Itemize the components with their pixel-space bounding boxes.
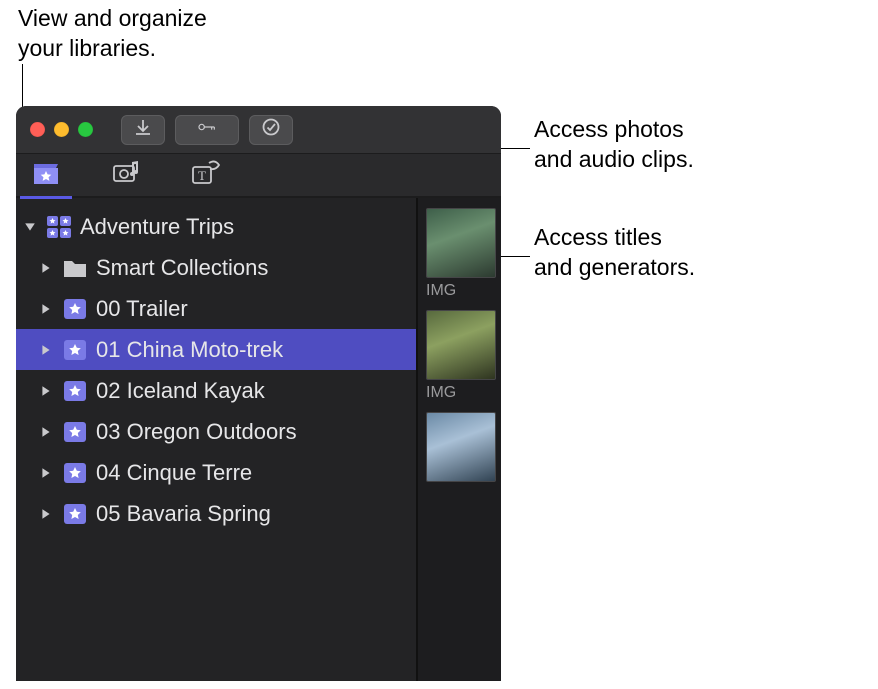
disclosure-triangle-icon[interactable] [40, 261, 54, 275]
callout-libraries: View and organize your libraries. [18, 4, 278, 64]
disclosure-triangle-icon[interactable] [40, 302, 54, 316]
library-tree: Adventure Trips Smart Collections 00 Trai… [16, 198, 418, 681]
library-root-row[interactable]: Adventure Trips [16, 206, 416, 247]
download-arrow-icon [133, 117, 153, 142]
clip-thumb[interactable]: IMG [426, 208, 496, 300]
fullscreen-button[interactable] [78, 122, 93, 137]
sidebar-item-label: 02 Iceland Kayak [96, 378, 265, 404]
photos-audio-tab[interactable] [108, 153, 144, 197]
sidebar-item-label: 04 Cinque Terre [96, 460, 252, 486]
titles-generators-icon: T [192, 160, 220, 191]
camera-music-icon [112, 160, 140, 191]
disclosure-triangle-icon[interactable] [40, 425, 54, 439]
background-tasks-button[interactable] [249, 115, 293, 145]
clip-thumb[interactable]: IMG [426, 310, 496, 402]
clip-thumbnail-image [426, 208, 496, 278]
disclosure-triangle-icon[interactable] [40, 507, 54, 521]
folder-icon [62, 255, 88, 281]
event-star-icon [62, 378, 88, 404]
app-window: T [16, 106, 501, 681]
key-icon [197, 117, 217, 142]
event-star-icon [62, 460, 88, 486]
event-star-icon [62, 296, 88, 322]
sidebar-event-row[interactable]: 00 Trailer [16, 288, 416, 329]
sidebar-item-label: 05 Bavaria Spring [96, 501, 271, 527]
clip-browser: IMG IMG [418, 198, 501, 681]
traffic-lights [30, 122, 93, 137]
svg-text:T: T [198, 168, 206, 183]
import-button[interactable] [121, 115, 165, 145]
clapperboard-star-icon [32, 160, 60, 191]
checkmark-circle-icon [261, 117, 281, 142]
clip-label: IMG [426, 282, 496, 300]
event-star-icon [62, 501, 88, 527]
sidebar-item-label: 01 China Moto-trek [96, 337, 283, 363]
clip-label: IMG [426, 384, 496, 402]
clip-thumbnail-image [426, 412, 496, 482]
window-titlebar [16, 106, 501, 154]
minimize-button[interactable] [54, 122, 69, 137]
libraries-tab[interactable] [28, 153, 64, 197]
sidebar-item-label: 00 Trailer [96, 296, 188, 322]
sidebar-content: Adventure Trips Smart Collections 00 Trai… [16, 198, 501, 681]
sidebar-tabs: T [16, 154, 501, 198]
sidebar-folder-row[interactable]: Smart Collections [16, 247, 416, 288]
disclosure-triangle-icon[interactable] [24, 220, 38, 234]
sidebar-event-row[interactable]: 03 Oregon Outdoors [16, 411, 416, 452]
library-icon [46, 214, 72, 240]
clip-thumbnail-image [426, 310, 496, 380]
close-button[interactable] [30, 122, 45, 137]
sidebar-event-row[interactable]: 04 Cinque Terre [16, 452, 416, 493]
sidebar-item-label: 03 Oregon Outdoors [96, 419, 297, 445]
event-star-icon [62, 337, 88, 363]
library-name-label: Adventure Trips [80, 214, 234, 240]
keyword-button[interactable] [175, 115, 239, 145]
sidebar-event-row[interactable]: 01 China Moto-trek [16, 329, 416, 370]
titles-generators-tab[interactable]: T [188, 153, 224, 197]
callout-titles-generators: Access titles and generators. [534, 223, 844, 283]
callout-photos-audio: Access photos and audio clips. [534, 115, 844, 175]
disclosure-triangle-icon[interactable] [40, 466, 54, 480]
sidebar-event-row[interactable]: 02 Iceland Kayak [16, 370, 416, 411]
event-star-icon [62, 419, 88, 445]
disclosure-triangle-icon[interactable] [40, 343, 54, 357]
sidebar-event-row[interactable]: 05 Bavaria Spring [16, 493, 416, 534]
clip-thumb[interactable] [426, 412, 496, 482]
sidebar-item-label: Smart Collections [96, 255, 268, 281]
disclosure-triangle-icon[interactable] [40, 384, 54, 398]
